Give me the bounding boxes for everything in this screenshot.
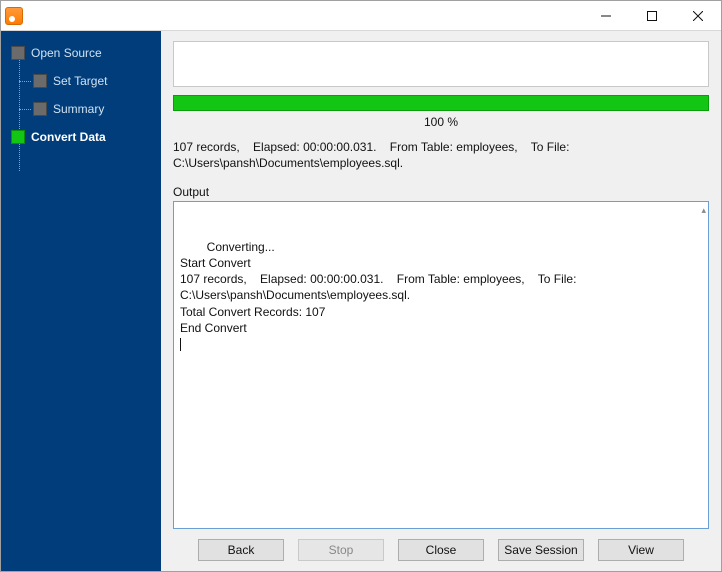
maximize-icon — [647, 11, 657, 21]
wizard-sidebar: Open Source Set Target Summary Convert D… — [1, 31, 161, 571]
nav-item-convert-data[interactable]: Convert Data — [1, 123, 161, 151]
scroll-up-icon[interactable]: ▴ — [701, 204, 706, 216]
close-icon — [693, 11, 703, 21]
progress-percent-label: 100 % — [173, 115, 709, 129]
window-body: Open Source Set Target Summary Convert D… — [1, 31, 721, 571]
button-row: Back Stop Close Save Session View — [171, 529, 711, 563]
output-label: Output — [173, 185, 709, 199]
nav-item-summary[interactable]: Summary — [1, 95, 161, 123]
title-bar-left — [1, 7, 29, 25]
nav-label: Open Source — [31, 46, 102, 60]
step-icon — [11, 130, 25, 144]
view-button[interactable]: View — [598, 539, 684, 561]
window-controls — [583, 1, 721, 30]
app-icon — [5, 7, 23, 25]
back-button[interactable]: Back — [198, 539, 284, 561]
nav-label: Set Target — [53, 74, 107, 88]
minimize-button[interactable] — [583, 1, 629, 30]
progress-section: 100 % — [173, 95, 709, 139]
preview-box — [173, 41, 709, 87]
nav-item-open-source[interactable]: Open Source — [1, 39, 161, 67]
output-textarea[interactable]: ▴ Converting... Start Convert 107 record… — [173, 201, 709, 529]
tree-branch — [19, 109, 31, 110]
nav-label: Summary — [53, 102, 104, 116]
text-caret — [180, 338, 181, 351]
status-text: 107 records, Elapsed: 00:00:00.031. From… — [173, 139, 709, 171]
step-icon — [11, 46, 25, 60]
stop-button: Stop — [298, 539, 384, 561]
app-window: Open Source Set Target Summary Convert D… — [0, 0, 722, 572]
nav-label: Convert Data — [31, 130, 106, 144]
step-icon — [33, 102, 47, 116]
progress-bar — [173, 95, 709, 111]
close-button[interactable]: Close — [398, 539, 484, 561]
save-session-button[interactable]: Save Session — [498, 539, 584, 561]
maximize-button[interactable] — [629, 1, 675, 30]
close-window-button[interactable] — [675, 1, 721, 30]
tree-branch — [19, 81, 31, 82]
title-bar — [1, 1, 721, 31]
step-icon — [33, 74, 47, 88]
output-content: Converting... Start Convert 107 records,… — [180, 240, 580, 335]
main-panel: 100 % 107 records, Elapsed: 00:00:00.031… — [161, 31, 721, 571]
minimize-icon — [601, 11, 611, 21]
nav-item-set-target[interactable]: Set Target — [1, 67, 161, 95]
